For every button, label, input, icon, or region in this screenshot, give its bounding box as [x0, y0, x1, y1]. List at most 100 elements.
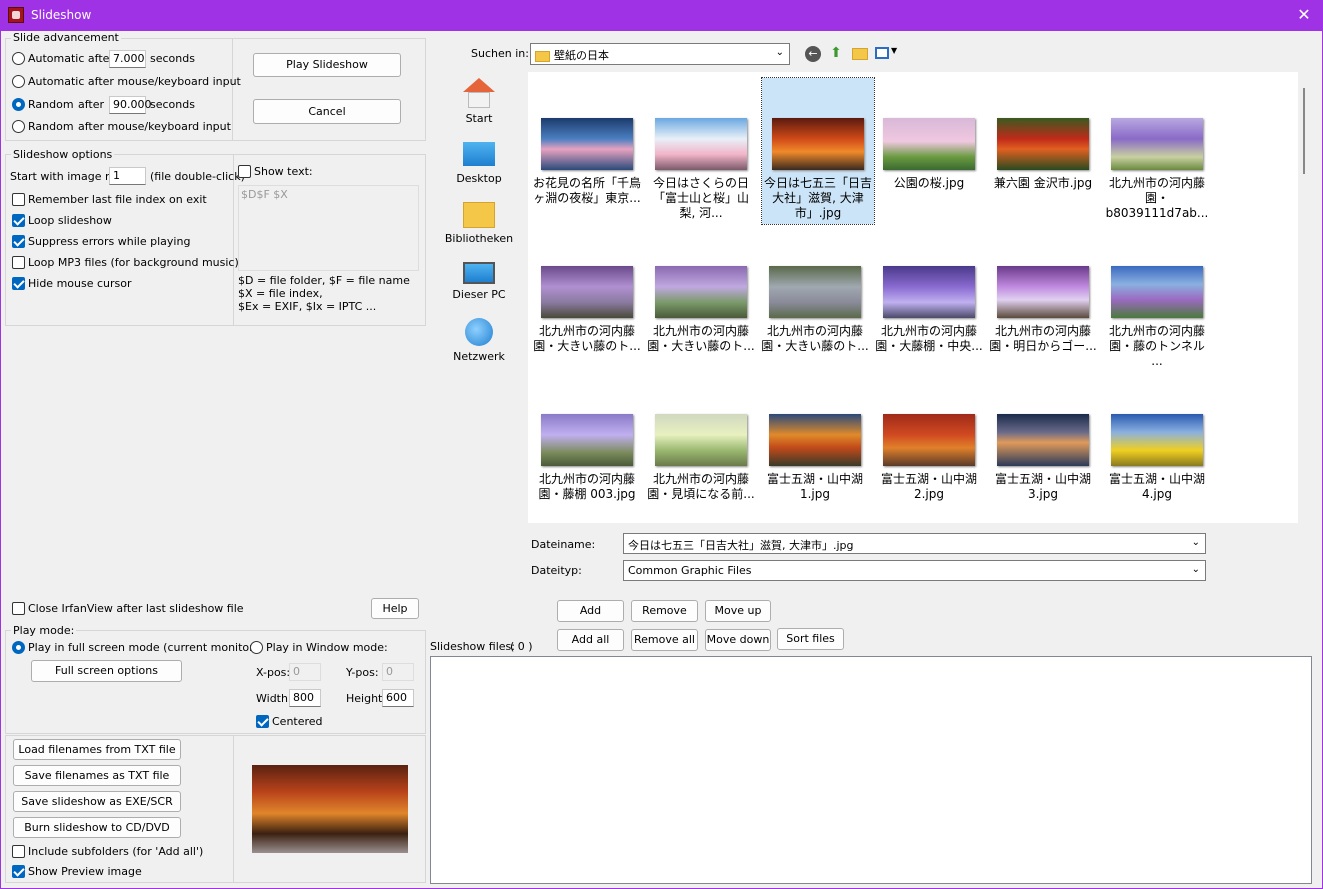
- file-thumbnail[interactable]: 富士五湖・山中湖2.jpg: [872, 414, 986, 502]
- height-input[interactable]: 600: [382, 689, 414, 707]
- include-subfolders-label: Include subfolders (for 'Add all'): [28, 845, 204, 858]
- include-subfolders-checkbox[interactable]: [12, 845, 25, 858]
- place-network[interactable]: Netzwerk: [438, 318, 520, 363]
- suppress-errors-checkbox[interactable]: [12, 235, 25, 248]
- show-text-input[interactable]: $D$F $X: [238, 185, 419, 271]
- lookin-label: Suchen in:: [471, 47, 529, 60]
- thumbnail-image: [541, 266, 633, 318]
- add-button[interactable]: Add: [557, 600, 624, 622]
- burn-cd-button[interactable]: Burn slideshow to CD/DVD: [13, 817, 181, 838]
- file-thumbnail[interactable]: 公園の桜.jpg: [872, 118, 986, 191]
- divider: [233, 735, 234, 883]
- file-thumbnail[interactable]: 富士五湖・山中湖1.jpg: [758, 414, 872, 502]
- save-exe-button[interactable]: Save slideshow as EXE/SCR: [13, 791, 181, 812]
- file-thumbnail[interactable]: 北九州市の河内藤園・大きい藤のト...: [530, 266, 644, 354]
- place-desktop[interactable]: Desktop: [438, 138, 520, 185]
- save-txt-button[interactable]: Save filenames as TXT file: [13, 765, 181, 786]
- width-input[interactable]: 800: [289, 689, 321, 707]
- text-help-3: $Ex = EXIF, $Ix = IPTC ...: [238, 300, 377, 313]
- thumbnail-caption: 北九州市の河内藤園・藤のトンネル ...: [1108, 324, 1205, 368]
- thumbnail-caption: 北九州市の河内藤園・大藤棚・中央...: [875, 324, 983, 353]
- view-menu-arrow-icon[interactable]: ▼: [891, 46, 897, 55]
- close-icon[interactable]: ✕: [1293, 5, 1315, 25]
- close-after-checkbox[interactable]: [12, 602, 25, 615]
- move-up-button[interactable]: Move up: [705, 600, 771, 622]
- thumbnail-image: [541, 414, 633, 466]
- place-libraries[interactable]: Bibliotheken: [438, 198, 520, 245]
- file-thumbnail[interactable]: 北九州市の河内藤園・大藤棚・中央...: [872, 266, 986, 354]
- chevron-down-icon[interactable]: ⌄: [1192, 537, 1200, 548]
- remember-index-checkbox[interactable]: [12, 193, 25, 206]
- file-thumbnail[interactable]: 北九州市の河内藤園・大きい藤のト...: [644, 266, 758, 354]
- show-preview-checkbox[interactable]: [12, 865, 25, 878]
- thumbnail-caption: 北九州市の河内藤園・見頃になる前...: [647, 472, 755, 501]
- thumbnail-caption: 北九州市の河内藤園・大きい藤のト...: [647, 324, 755, 353]
- add-all-button[interactable]: Add all: [557, 629, 624, 651]
- place-this-pc[interactable]: Dieser PC: [438, 258, 520, 301]
- file-thumbnail[interactable]: 北九州市の河内藤園・b8039111d7ab...: [1100, 118, 1214, 221]
- file-thumbnail[interactable]: 兼六園 金沢市.jpg: [986, 118, 1100, 191]
- file-thumbnail[interactable]: 富士五湖・山中湖3.jpg: [986, 414, 1100, 502]
- show-text-checkbox[interactable]: [238, 165, 251, 178]
- thumbnail-caption: 今日はさくらの日「富士山と桜」山梨, 河...: [652, 176, 749, 220]
- play-slideshow-button[interactable]: Play Slideshow: [253, 53, 401, 77]
- fullscreen-radio[interactable]: [12, 641, 25, 654]
- filetype-label: Dateityp:: [531, 564, 582, 577]
- automatic-after-input-radio[interactable]: [12, 75, 25, 88]
- scrollbar-thumb[interactable]: [1303, 88, 1305, 174]
- new-folder-icon[interactable]: [852, 48, 868, 60]
- ypos-input[interactable]: 0: [382, 663, 414, 681]
- chevron-down-icon[interactable]: ⌄: [1192, 564, 1200, 575]
- thumbnail-image: [997, 414, 1089, 466]
- loop-slideshow-checkbox[interactable]: [12, 214, 25, 227]
- thumbnail-image: [883, 414, 975, 466]
- automatic-seconds-input[interactable]: 7.000: [109, 50, 146, 68]
- remove-button[interactable]: Remove: [631, 600, 698, 622]
- loop-mp3-checkbox[interactable]: [12, 256, 25, 269]
- irfanview-app-icon: [8, 7, 24, 23]
- random-after-label: after: [78, 98, 105, 111]
- file-thumbnail[interactable]: 北九州市の河内藤園・藤のトンネル ...: [1100, 266, 1214, 369]
- file-thumbnail[interactable]: 富士五湖・山中湖4.jpg: [1100, 414, 1214, 502]
- file-thumbnail[interactable]: 北九州市の河内藤園・明日からゴー...: [986, 266, 1100, 354]
- move-down-button[interactable]: Move down: [705, 629, 771, 651]
- sort-files-button[interactable]: Sort files: [777, 628, 844, 650]
- back-icon[interactable]: ←: [805, 46, 821, 62]
- file-thumbnail[interactable]: 今日は七五三「日吉大社」滋賀, 大津市」.jpg: [761, 77, 875, 225]
- filename-input[interactable]: 今日は七五三「日吉大社」滋賀, 大津市」.jpg ⌄: [623, 533, 1206, 554]
- filetype-select[interactable]: Common Graphic Files ⌄: [623, 560, 1206, 581]
- seconds-label-2: seconds: [150, 98, 195, 111]
- lookin-combo[interactable]: 壁紙の日本 ⌄: [530, 43, 790, 65]
- full-screen-options-button[interactable]: Full screen options: [31, 660, 182, 682]
- file-thumbnail[interactable]: 北九州市の河内藤園・藤棚 003.jpg: [530, 414, 644, 502]
- xpos-input[interactable]: 0: [289, 663, 321, 681]
- slideshow-files-list[interactable]: [430, 656, 1312, 884]
- thumbnail-image: [1111, 414, 1203, 466]
- random-after-input-radio[interactable]: [12, 120, 25, 133]
- show-text-label: Show text:: [254, 165, 313, 178]
- file-thumbnail[interactable]: 今日はさくらの日「富士山と桜」山梨, 河...: [644, 118, 758, 221]
- random-seconds-input[interactable]: 90.000: [109, 96, 152, 114]
- thumbnail-image: [1111, 118, 1203, 170]
- cancel-button[interactable]: Cancel: [253, 99, 401, 124]
- hide-cursor-checkbox[interactable]: [12, 277, 25, 290]
- help-button[interactable]: Help: [371, 598, 419, 619]
- file-thumbnail[interactable]: 北九州市の河内藤園・大きい藤のト...: [758, 266, 872, 354]
- thumbnail-caption: 今日は七五三「日吉大社」滋賀, 大津市」.jpg: [764, 176, 873, 220]
- thumbnail-image: [997, 118, 1089, 170]
- window-mode-radio[interactable]: [250, 641, 263, 654]
- load-txt-button[interactable]: Load filenames from TXT file: [13, 739, 181, 760]
- remove-all-button[interactable]: Remove all: [631, 629, 698, 651]
- file-thumbnail[interactable]: お花見の名所「千鳥ヶ淵の夜桜」東京...: [530, 118, 644, 206]
- automatic-radio[interactable]: [12, 52, 25, 65]
- thumbnail-image: [883, 266, 975, 318]
- file-thumbnail[interactable]: 北九州市の河内藤園・見頃になる前...: [644, 414, 758, 502]
- slideshow-files-count: ( 0 ): [510, 640, 533, 653]
- up-folder-icon[interactable]: ⬆: [828, 45, 844, 62]
- place-start[interactable]: Start: [438, 78, 520, 125]
- start-image-input[interactable]: 1: [109, 167, 146, 185]
- desktop-icon: [463, 142, 495, 166]
- centered-checkbox[interactable]: [256, 715, 269, 728]
- random-radio[interactable]: [12, 98, 25, 111]
- view-menu-icon[interactable]: [875, 47, 889, 59]
